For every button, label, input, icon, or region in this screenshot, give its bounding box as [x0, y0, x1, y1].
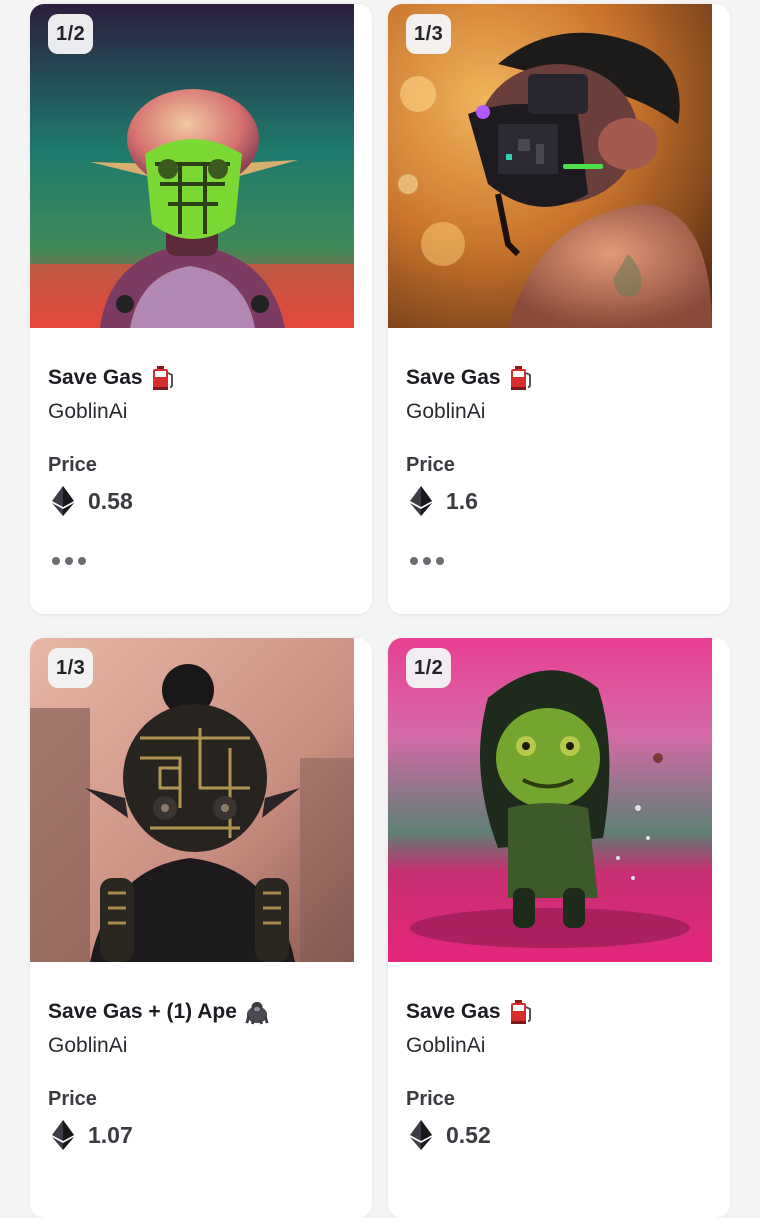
fuel-pump-icon — [510, 366, 531, 390]
nft-title[interactable]: Save Gas — [406, 1000, 501, 1024]
price-value: 1.07 — [88, 1121, 133, 1148]
nft-image[interactable]: 1/3 — [30, 638, 354, 962]
dot — [410, 557, 418, 565]
price-label: Price — [406, 454, 455, 476]
nft-grid: 1/2 Save Gas GoblinAi Price 0.58 1/3 Sav… — [0, 0, 760, 1218]
price-value: 1.6 — [446, 487, 478, 514]
creator-name[interactable]: GoblinAi — [48, 1034, 354, 1058]
dot — [52, 557, 60, 565]
price-label: Price — [48, 1088, 97, 1110]
ethereum-icon — [410, 486, 432, 516]
edition-badge: 1/3 — [48, 648, 94, 688]
price-value: 0.58 — [88, 487, 133, 514]
creator-name[interactable]: GoblinAi — [406, 1034, 712, 1058]
nft-title[interactable]: Save Gas — [48, 366, 143, 390]
more-options-icon[interactable] — [52, 555, 86, 567]
nft-card[interactable]: 1/2 Save Gas GoblinAi Price — [388, 638, 730, 1218]
fuel-pump-icon — [510, 1000, 531, 1024]
dot — [423, 557, 431, 565]
nft-image[interactable]: 1/2 — [30, 4, 354, 328]
price-label: Price — [48, 454, 97, 476]
edition-badge: 1/2 — [48, 14, 94, 54]
nft-card[interactable]: 1/3 Save Gas GoblinAi Price 1.6 — [388, 4, 730, 614]
nft-card[interactable]: 1/2 Save Gas GoblinAi Price — [30, 4, 372, 614]
edition-badge: 1/3 — [406, 14, 452, 54]
more-options-icon[interactable] — [410, 555, 444, 567]
creator-name[interactable]: GoblinAi — [48, 400, 354, 424]
nft-image[interactable]: 1/2 — [388, 638, 712, 962]
price-value: 0.52 — [446, 1121, 491, 1148]
dot — [78, 557, 86, 565]
gorilla-icon — [245, 1001, 269, 1025]
nft-title[interactable]: Save Gas + (1) Ape — [48, 1000, 237, 1024]
fuel-pump-icon — [152, 366, 173, 390]
ethereum-icon — [52, 486, 74, 516]
edition-badge: 1/2 — [406, 648, 452, 688]
price-label: Price — [406, 1088, 455, 1110]
nft-card[interactable]: 1/3 Save Gas + (1) Ape GoblinAi Price 1.… — [30, 638, 372, 1218]
nft-image[interactable]: 1/3 — [388, 4, 712, 328]
dot — [436, 557, 444, 565]
ethereum-icon — [410, 1120, 432, 1150]
dot — [65, 557, 73, 565]
creator-name[interactable]: GoblinAi — [406, 400, 712, 424]
ethereum-icon — [52, 1120, 74, 1150]
nft-title[interactable]: Save Gas — [406, 366, 501, 390]
